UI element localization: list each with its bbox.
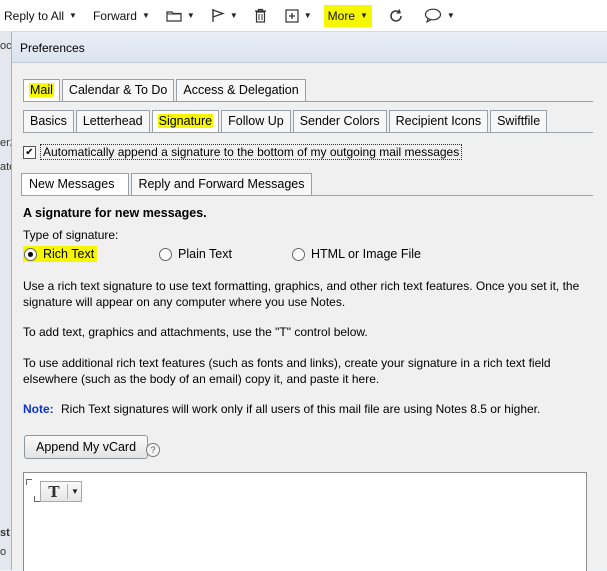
trash-icon bbox=[254, 8, 267, 23]
append-vcard-button[interactable]: Append My vCard bbox=[24, 435, 149, 459]
tab-letterhead-label: Letterhead bbox=[82, 114, 143, 128]
tab-follow-up-label: Follow Up bbox=[228, 114, 284, 128]
chevron-down-icon: ▼ bbox=[303, 11, 312, 20]
forward-button[interactable]: Forward ▼ bbox=[89, 5, 154, 27]
radio-html-image-label: HTML or Image File bbox=[311, 247, 421, 261]
tab-mail-label: Mail bbox=[29, 83, 54, 97]
radio-html-image[interactable]: HTML or Image File bbox=[292, 247, 421, 261]
tab-mail[interactable]: Mail bbox=[23, 79, 60, 101]
flag-icon bbox=[211, 8, 225, 23]
tab-divider bbox=[23, 101, 593, 102]
add-box-icon bbox=[285, 8, 299, 23]
chevron-down-icon: ▼ bbox=[446, 11, 455, 20]
flag-button[interactable]: ▼ bbox=[207, 5, 242, 27]
separator bbox=[67, 484, 68, 499]
mail-toolbar: Reply to All ▼ Forward ▼ ▼ ▼ ▼ More ▼ ▼ bbox=[0, 0, 607, 32]
tab-sender-colors[interactable]: Sender Colors bbox=[292, 110, 387, 132]
info-paragraph: To add text, graphics and attachments, u… bbox=[23, 325, 368, 339]
tab-signature[interactable]: Signature bbox=[151, 110, 220, 132]
tab-signature-label: Signature bbox=[157, 114, 214, 128]
signature-type-label: Type of signature: bbox=[23, 228, 119, 242]
chevron-down-icon: ▼ bbox=[186, 11, 195, 20]
tab-recipient-icons[interactable]: Recipient Icons bbox=[388, 110, 489, 132]
tab-sender-colors-label: Sender Colors bbox=[299, 114, 380, 128]
signature-editor[interactable]: T ▼ bbox=[23, 472, 587, 571]
tab-divider bbox=[21, 195, 593, 196]
tab-new-messages[interactable]: New Messages bbox=[21, 173, 130, 195]
note-label: Note: bbox=[23, 402, 54, 416]
radio-rich-text-label: Rich Text bbox=[43, 247, 95, 261]
help-icon[interactable]: ? bbox=[146, 443, 160, 457]
tab-reply-forward[interactable]: Reply and Forward Messages bbox=[131, 173, 312, 195]
chevron-down-icon: ▼ bbox=[141, 11, 150, 20]
add-button[interactable]: ▼ bbox=[281, 5, 316, 27]
more-label: More bbox=[327, 8, 355, 23]
more-button[interactable]: More ▼ bbox=[323, 4, 372, 27]
main-tab-row: Mail Calendar & To Do Access & Delegatio… bbox=[23, 79, 308, 101]
refresh-icon bbox=[388, 8, 404, 24]
reply-all-label: Reply to All bbox=[4, 8, 65, 23]
dialog-title-bar: Preferences bbox=[12, 32, 607, 63]
info-paragraph: To use additional rich text features (su… bbox=[23, 356, 551, 386]
refresh-button[interactable] bbox=[384, 5, 408, 27]
tab-letterhead[interactable]: Letterhead bbox=[75, 110, 150, 132]
chevron-down-icon: ▼ bbox=[69, 11, 77, 20]
chevron-down-icon: ▼ bbox=[229, 11, 238, 20]
append-vcard-label: Append My vCard bbox=[36, 440, 137, 454]
radio-plain-text-label: Plain Text bbox=[178, 247, 232, 261]
note-text: Rich Text signatures will work only if a… bbox=[61, 402, 541, 416]
auto-append-label[interactable]: Automatically append a signature to the … bbox=[40, 144, 463, 160]
chevron-down-icon: ▼ bbox=[71, 487, 79, 496]
tab-basics-label: Basics bbox=[30, 114, 67, 128]
auto-append-row: ✔ Automatically append a signature to th… bbox=[23, 144, 463, 160]
editor-corner-mark bbox=[26, 479, 32, 485]
forward-label: Forward bbox=[92, 8, 137, 23]
tab-recipient-icons-label: Recipient Icons bbox=[395, 114, 482, 128]
chat-icon bbox=[424, 8, 442, 23]
delete-button[interactable] bbox=[250, 5, 271, 27]
radio-html-image-input[interactable] bbox=[292, 247, 305, 261]
signature-type-group: Rich Text Plain Text HTML or Image File bbox=[23, 246, 583, 266]
tab-basics[interactable]: Basics bbox=[23, 110, 74, 132]
folder-button[interactable]: ▼ bbox=[162, 5, 199, 27]
tab-follow-up[interactable]: Follow Up bbox=[221, 110, 291, 132]
tab-new-messages-label: New Messages bbox=[29, 177, 115, 191]
info-paragraph: Use a rich text signature to use text fo… bbox=[23, 279, 580, 309]
background-text: oc bbox=[0, 40, 12, 52]
note-paragraph: Note: Rich Text signatures will work onl… bbox=[23, 401, 603, 417]
background-text: st bbox=[0, 527, 10, 539]
preferences-dialog: Preferences Mail Calendar & To Do Access… bbox=[11, 32, 607, 571]
auto-append-checkbox[interactable]: ✔ bbox=[23, 145, 36, 159]
tab-swiftfile[interactable]: Swiftfile bbox=[490, 110, 548, 132]
chat-button[interactable]: ▼ bbox=[420, 5, 459, 27]
radio-plain-text-input[interactable] bbox=[159, 247, 172, 261]
message-tab-row: New Messages Reply and Forward Messages bbox=[21, 173, 314, 195]
tab-divider bbox=[23, 132, 593, 133]
tab-access-delegation[interactable]: Access & Delegation bbox=[176, 79, 306, 101]
tab-access-label: Access & Delegation bbox=[183, 83, 299, 97]
folder-icon bbox=[166, 9, 182, 23]
signature-heading: A signature for new messages. bbox=[23, 206, 207, 220]
radio-plain-text[interactable]: Plain Text bbox=[159, 247, 232, 261]
text-format-control[interactable]: T ▼ bbox=[40, 481, 82, 502]
tab-calendar[interactable]: Calendar & To Do bbox=[61, 79, 175, 101]
sub-tab-row: Basics Letterhead Signature Follow Up Se… bbox=[23, 110, 549, 132]
tab-calendar-label: Calendar & To Do bbox=[68, 83, 168, 97]
radio-rich-text-input[interactable] bbox=[24, 247, 37, 261]
tab-reply-forward-label: Reply and Forward Messages bbox=[138, 177, 305, 191]
radio-rich-text[interactable]: Rich Text bbox=[23, 246, 98, 262]
reply-all-button[interactable]: Reply to All ▼ bbox=[0, 5, 81, 27]
tab-swiftfile-label: Swiftfile bbox=[497, 114, 541, 128]
background-text: o bbox=[0, 546, 7, 558]
chevron-down-icon: ▼ bbox=[360, 11, 368, 20]
text-format-icon: T bbox=[48, 482, 60, 501]
dialog-title: Preferences bbox=[20, 41, 85, 55]
